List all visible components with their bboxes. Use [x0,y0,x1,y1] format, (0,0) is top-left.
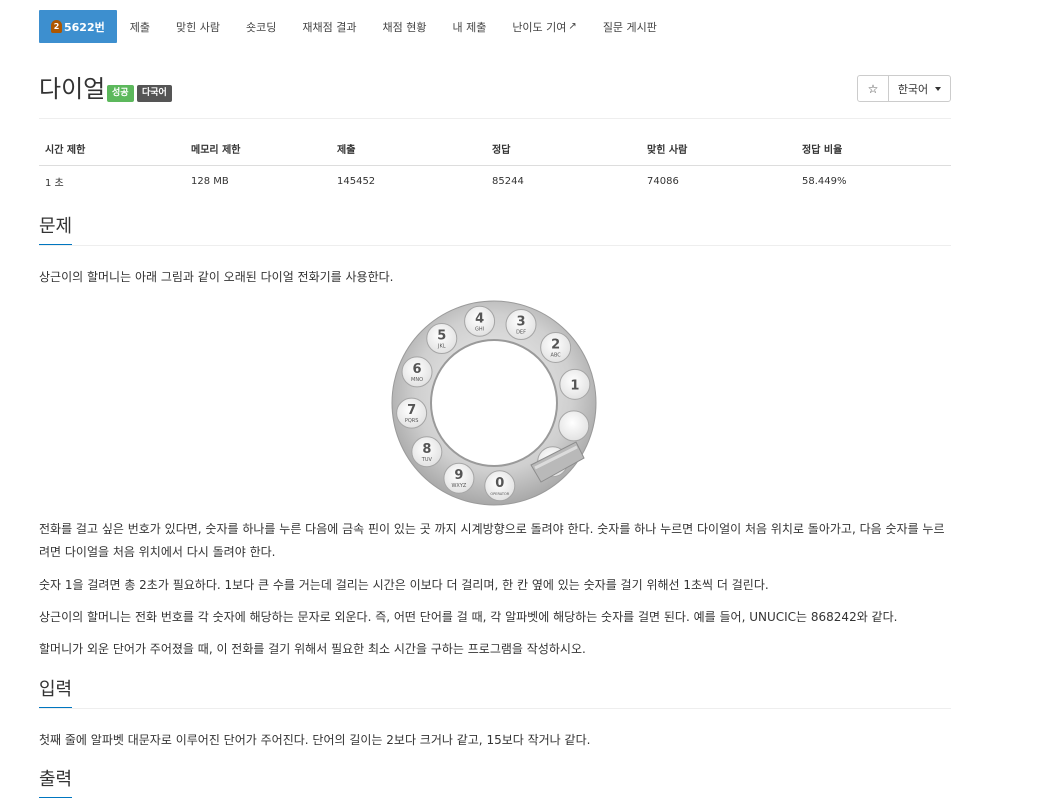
dial-letters: GHI [475,326,484,332]
dial-digit: 4 [475,311,484,326]
header-accept-ratio: 정답 비율 [796,137,951,166]
nav-short-coding[interactable]: 숏코딩 [233,10,289,43]
info-header-row: 시간 제한 메모리 제한 제출 정답 맞힌 사람 정답 비율 [39,137,951,166]
dial-hole: 0OPERATOR [484,470,516,502]
rotary-dial-svg: 12ABC3DEF4GHI5JKL6MNO7PQRS8TUV9WXYZ 0OPER… [391,300,597,506]
header-submissions: 제출 [331,137,486,166]
dial-hole: 8TUV [411,436,443,468]
dial-letters: OPERATOR [490,492,509,496]
dial-hole: 5JKL [426,322,458,354]
nav-difficulty-contribution[interactable]: 난이도 기여 ↗ [499,10,590,43]
dial-hole: 1 [559,368,591,400]
dial-letters: WXYZ [451,483,466,489]
problem-nav: 2 5622번 제출 맞힌 사람 숏코딩 재채점 결과 채점 현황 내 제출 난… [39,10,951,43]
value-accepted: 85244 [492,176,524,187]
value-solved-users: 74086 [647,176,679,187]
nav-rejudge-results[interactable]: 재채점 결과 [289,10,369,43]
dial-digit: 0 [495,476,504,491]
value-accept-ratio: 58.449% [802,176,847,187]
language-dropdown[interactable]: 한국어 [889,76,950,101]
dial-hole: 6MNO [401,356,433,388]
nav-my-submissions[interactable]: 내 제출 [439,10,499,43]
dial-hole: 7PQRS [396,397,428,429]
dial-hole: 3DEF [505,309,537,341]
problem-paragraph-4: 할머니가 외운 단어가 주어졌을 때, 이 전화를 걸기 위해서 필요한 최소 … [39,642,586,656]
output-section-title: 출력 [39,768,73,798]
external-link-icon: ↗ [568,21,577,32]
value-time-limit: 1 초 [45,178,64,189]
nav-solved-users[interactable]: 맞힌 사람 [163,10,233,43]
star-icon: ☆ [867,81,879,96]
page-title: 다이얼 [39,75,106,103]
header-actions: ☆ 한국어 [857,75,951,102]
caret-down-icon [935,86,942,91]
problem-intro: 상근이의 할머니는 아래 그림과 같이 오래된 다이얼 전화기를 사용한다. [39,270,394,284]
bronze-tier-icon: 2 [51,20,62,33]
output-section-header: 출력 [39,768,951,798]
problem-section-header: 문제 [39,215,951,246]
input-section-title: 입력 [39,678,73,708]
problem-section-title: 문제 [39,215,73,245]
header-accepted: 정답 [486,137,641,166]
problem-paragraph-3: 상근이의 할머니는 전화 번호를 각 숫자에 해당하는 문자로 외운다. 즉, … [39,610,898,624]
problem-info-table: 시간 제한 메모리 제한 제출 정답 맞힌 사람 정답 비율 1 초 128 M… [39,137,951,195]
dial-digit: 1 [570,378,579,393]
star-button[interactable]: ☆ [858,76,889,101]
nav-qna-board[interactable]: 질문 게시판 [590,10,670,43]
page-container: 2 5622번 제출 맞힌 사람 숏코딩 재채점 결과 채점 현황 내 제출 난… [39,10,951,798]
value-submissions: 145452 [337,176,376,187]
success-badge: 성공 [107,85,134,102]
dial-digit: 8 [422,442,431,457]
problem-number-label: 5622번 [64,20,105,34]
difficulty-contribution-label: 난이도 기여 [512,20,567,34]
dial-letters: JKL [437,343,446,349]
dial-digit: 3 [516,315,525,330]
dial-hole: 2ABC [540,331,572,363]
header-solved-users: 맞힌 사람 [641,137,796,166]
dial-center [430,339,558,467]
problem-paragraph-1: 전화를 걸고 싶은 번호가 있다면, 숫자를 하나를 누른 다음에 금속 핀이 … [39,522,945,559]
header-memory-limit: 메모리 제한 [185,137,331,166]
dial-letters: PQRS [405,418,419,424]
header-time-limit: 시간 제한 [39,137,185,166]
dial-digit: 2 [551,337,560,352]
problem-paragraph-2: 숫자 1을 걸려면 총 2초가 필요하다. 1보다 큰 수를 거는데 걸리는 시… [39,578,769,592]
dial-letters: TUV [421,457,433,463]
dial-letters: MNO [411,377,423,383]
info-value-row: 1 초 128 MB 145452 85244 74086 58.449% [39,166,951,196]
nav-submit[interactable]: 제출 [117,10,163,43]
dial-digit: 7 [407,403,416,418]
input-section-header: 입력 [39,678,951,709]
dial-digit: 9 [454,468,463,483]
nav-status[interactable]: 채점 현황 [369,10,439,43]
rotary-dial-image: 1 2 ABC 3 DEF 4 GHI 5 JKL 6 MNO 7 PQRS 8 TUV 9 WXYZ 0 OPER… [391,300,601,510]
dial-hole: 9WXYZ [443,462,475,494]
dial-hole [558,410,590,442]
dial-hole: 4GHI [464,305,496,337]
nav-problem-number[interactable]: 2 5622번 [39,10,117,43]
multilang-badge: 다국어 [137,85,172,102]
dial-digit: 5 [437,328,446,343]
dial-letters: ABC [551,352,562,358]
language-label: 한국어 [897,82,929,96]
problem-header: 다이얼 성공 다국어 ☆ 한국어 [39,74,951,119]
dial-letters: DEF [516,330,526,336]
value-memory-limit: 128 MB [191,176,229,187]
input-description: 첫째 줄에 알파벳 대문자로 이루어진 단어가 주어진다. 단어의 길이는 2보… [39,733,591,747]
dial-digit: 6 [413,362,422,377]
